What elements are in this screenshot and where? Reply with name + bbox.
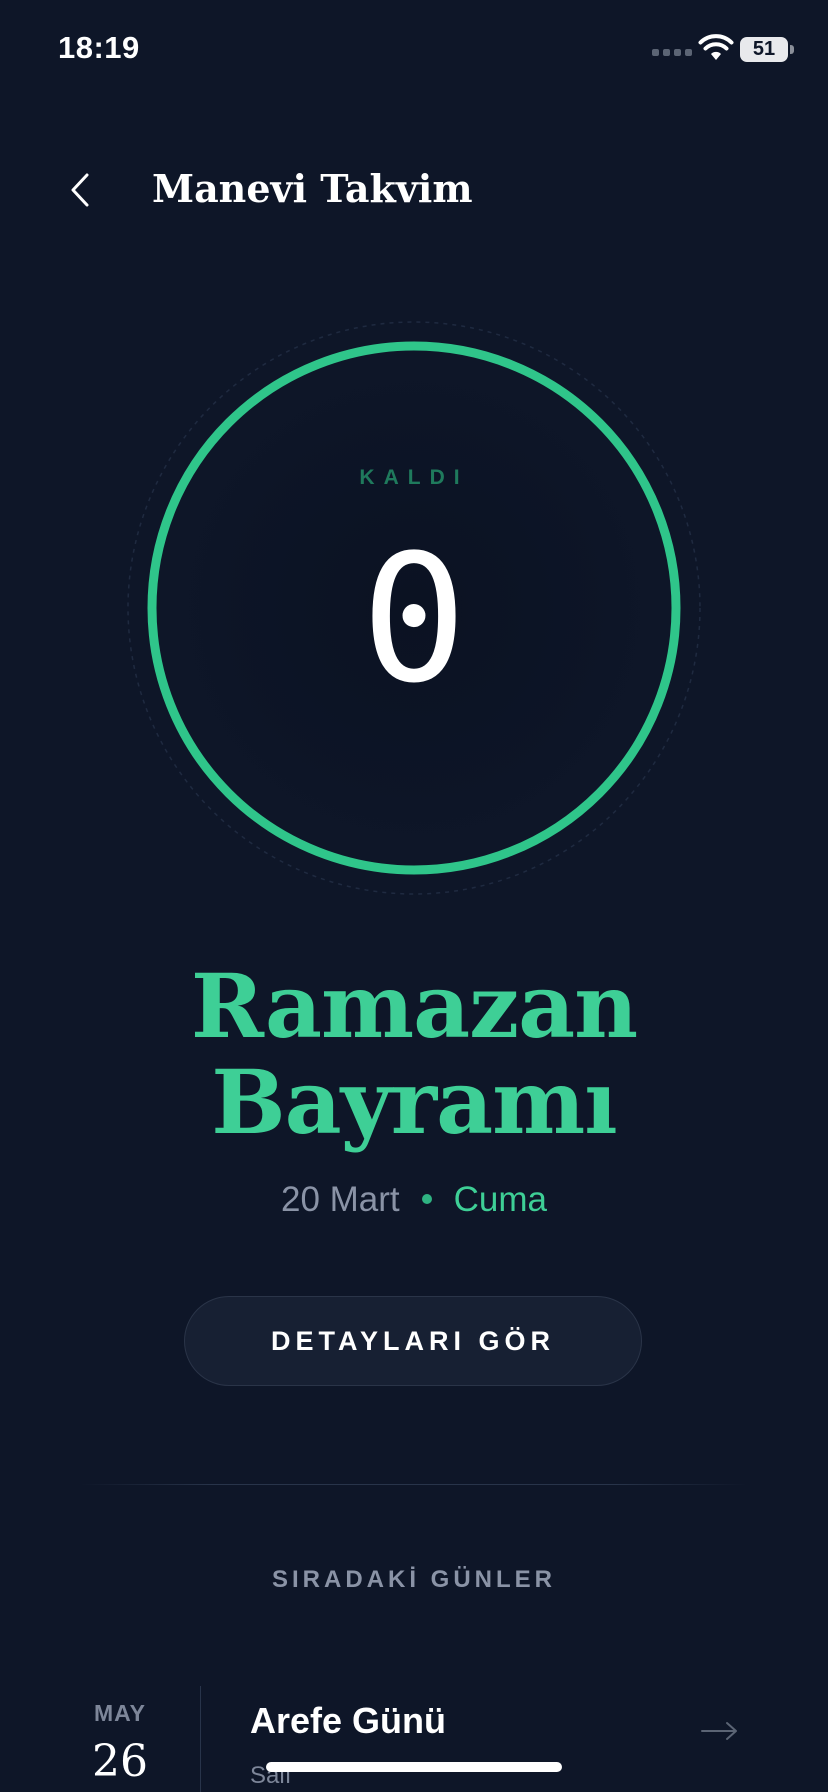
event-date-line: 20 Mart Cuma [0,1180,828,1220]
event-title-line2: Bayramı [211,1050,617,1154]
cellular-signal-icon [652,46,692,58]
battery-nub [790,45,794,54]
countdown-value: 0 [361,517,467,722]
upcoming-section-title: SIRADAKİ GÜNLER [271,1566,556,1593]
battery-icon: 51 [740,37,788,62]
details-button[interactable]: DETAYLARI GÖR [184,1296,642,1386]
list-item-day: 26 [92,1736,148,1787]
status-time: 18:19 [58,30,140,65]
wifi-icon [698,34,734,60]
divider [80,1484,748,1485]
event-title: Ramazan Bayramı [0,958,828,1150]
event-date: 20 Mart [280,1180,400,1219]
list-item-separator [200,1686,201,1792]
event-weekday: Cuma [453,1180,548,1219]
back-button[interactable] [58,168,102,212]
event-title-line1: Ramazan [190,954,638,1058]
chevron-left-icon [71,173,89,207]
arrow-right-icon [701,1722,737,1740]
battery-level: 51 [752,38,776,60]
list-item-month: MAY [94,1700,146,1726]
home-indicator[interactable] [266,1762,562,1772]
separator-dot [421,1193,432,1204]
list-item-name: Arefe Günü [250,1700,447,1741]
countdown-label: KALDI [359,466,469,489]
list-item[interactable]: MAY 26 Arefe Günü Salı [60,1686,768,1792]
page-title: Manevi Takvim [152,166,473,211]
